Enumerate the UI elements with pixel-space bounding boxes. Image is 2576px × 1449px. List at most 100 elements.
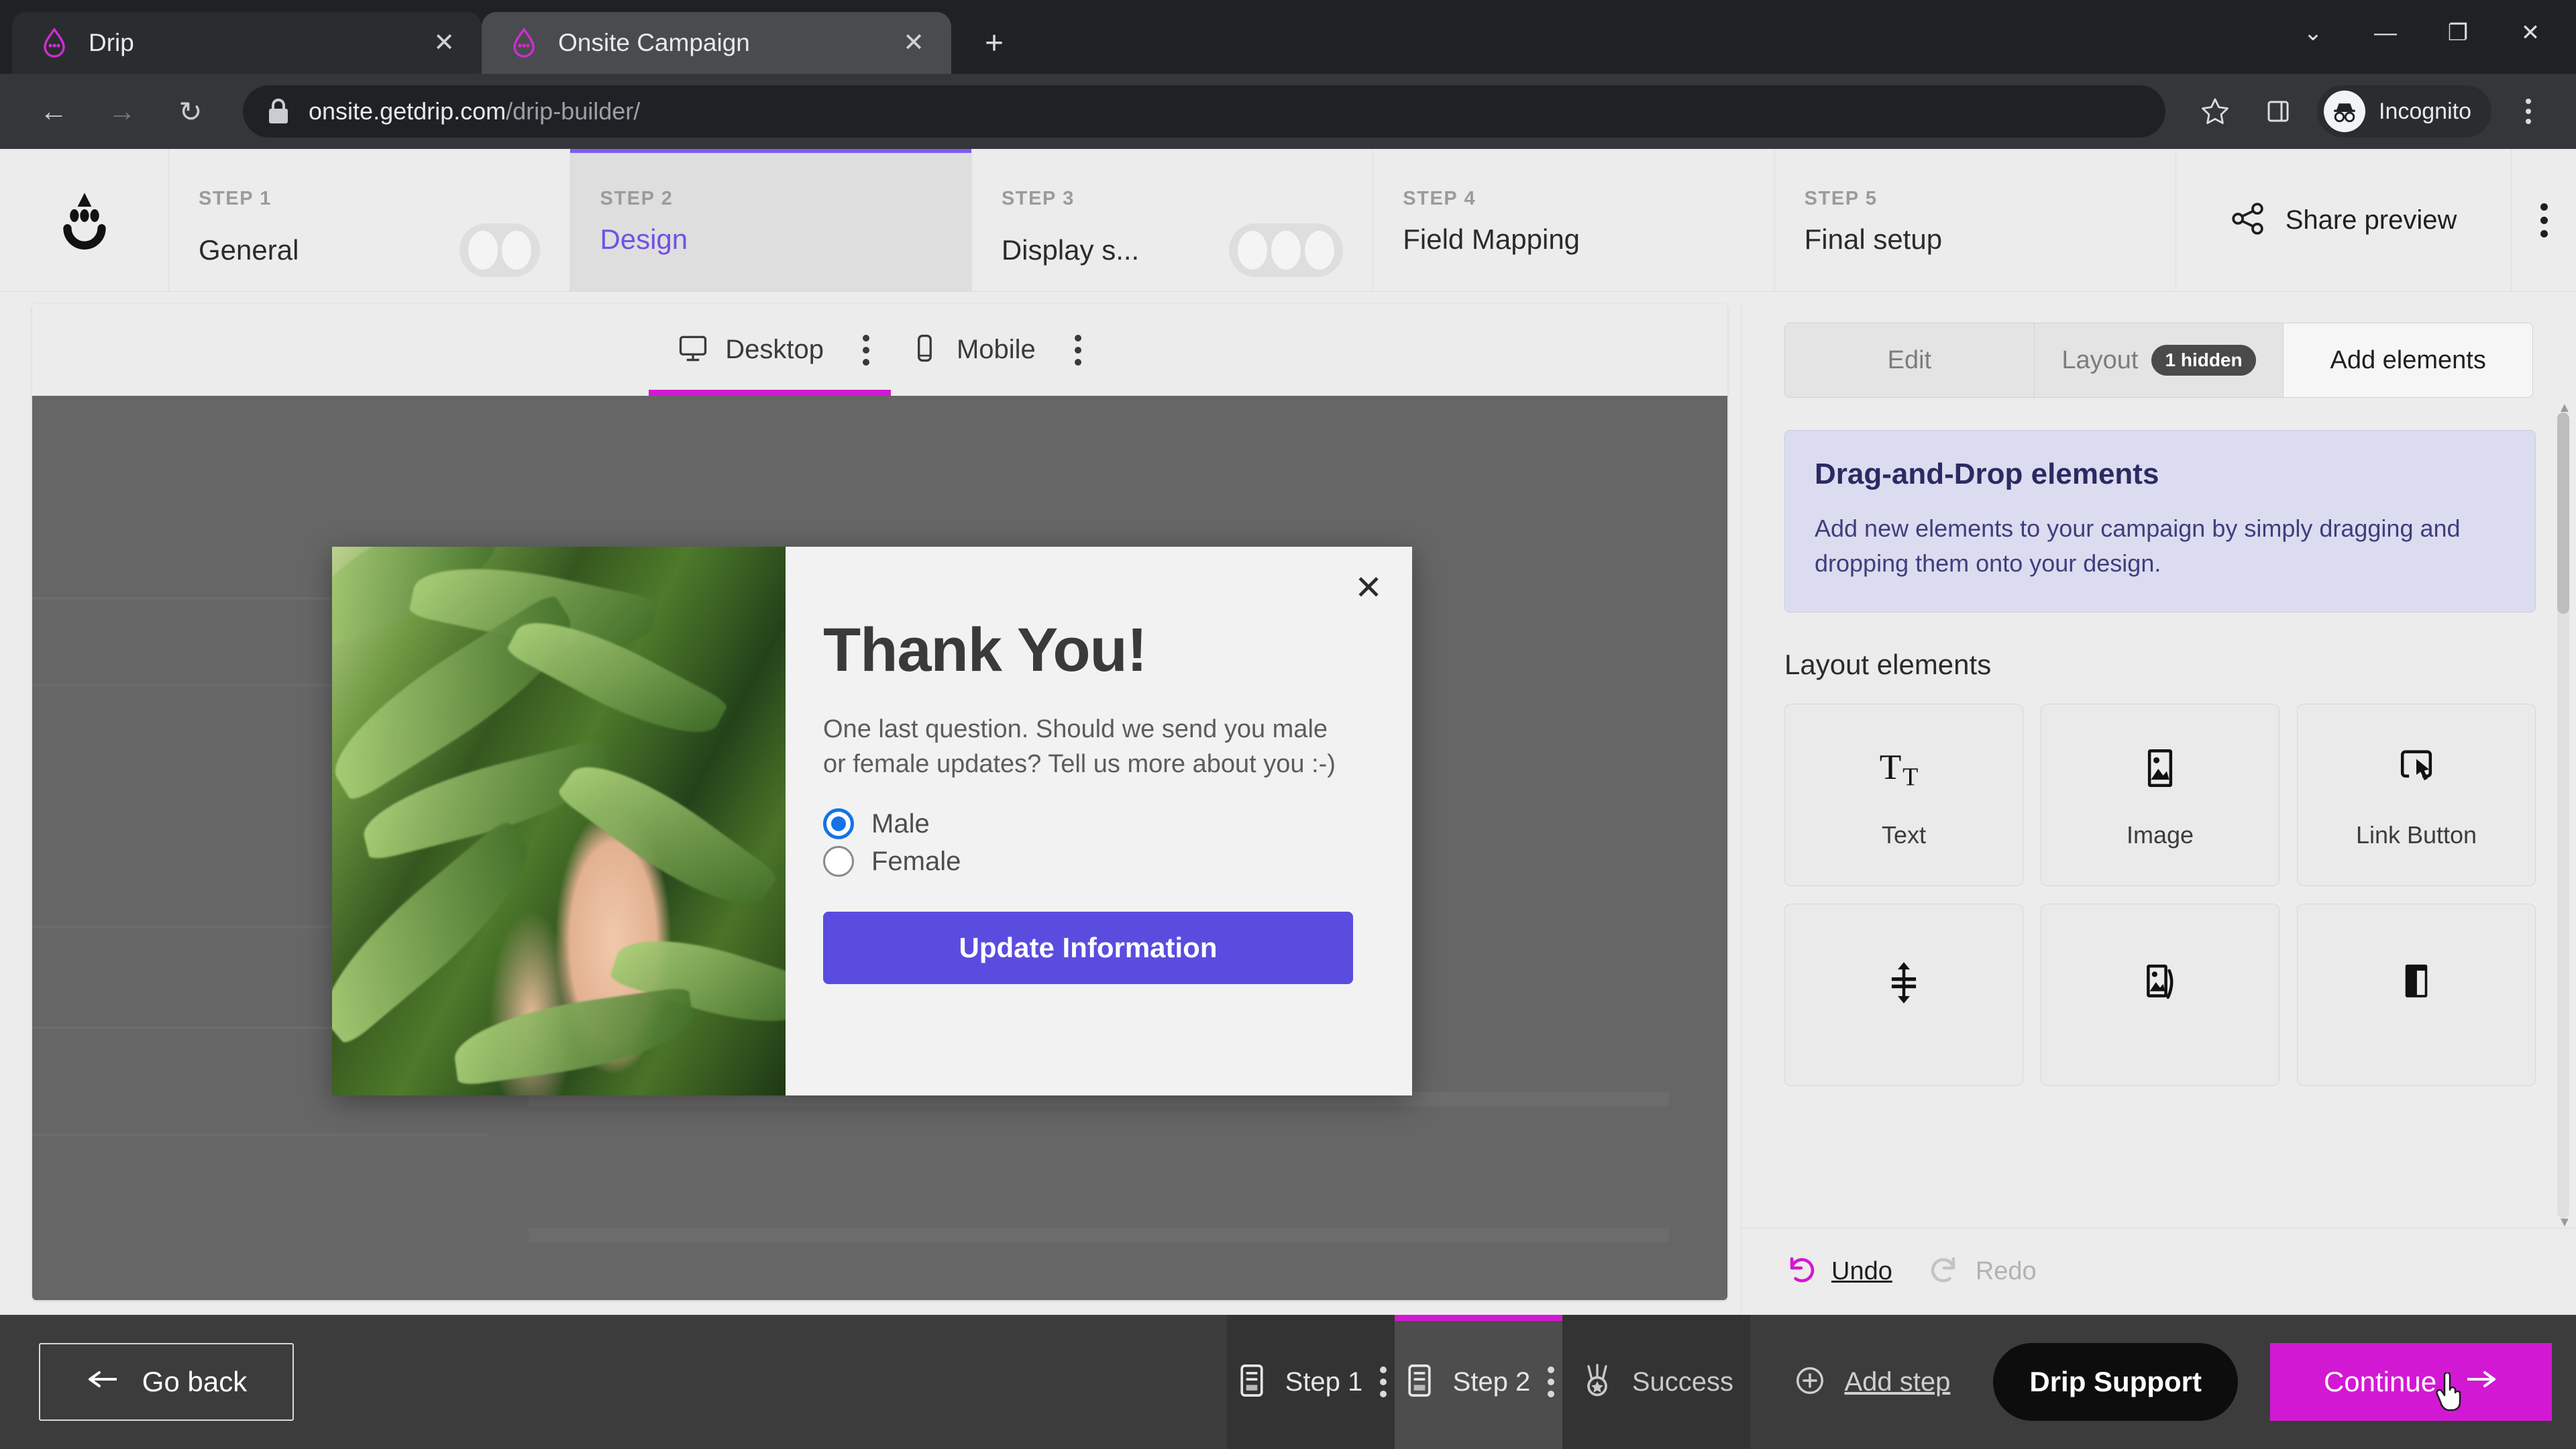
bottom-success-step[interactable]: Success xyxy=(1562,1315,1751,1449)
tab-layout[interactable]: Layout 1 hidden xyxy=(2035,323,2284,397)
browser-tab-drip[interactable]: Drip ✕ xyxy=(12,12,482,74)
bottom-step-label: Step 2 xyxy=(1452,1366,1531,1397)
step-row: Field Mapping xyxy=(1403,223,1744,256)
element-card-spacer[interactable] xyxy=(1784,904,2023,1087)
campaign-popup[interactable]: ✕ Thank You! One last question. Should w… xyxy=(332,547,1412,1095)
tab-edit[interactable]: Edit xyxy=(1785,323,2035,397)
page-mock-block xyxy=(529,1228,1669,1242)
popup-image[interactable] xyxy=(332,547,786,1095)
close-icon[interactable]: ✕ xyxy=(1354,571,1383,604)
popup-paragraph: One last question. Should we send you ma… xyxy=(823,715,1336,778)
drip-support-button[interactable]: Drip Support xyxy=(1993,1343,2238,1421)
close-icon[interactable]: ✕ xyxy=(427,25,462,60)
step-cell-design[interactable]: STEP 2 Design xyxy=(570,149,972,291)
element-card-image-card[interactable] xyxy=(2041,904,2279,1087)
scroll-up-icon[interactable]: ▲ xyxy=(2558,400,2571,416)
element-card-label: Link Button xyxy=(2355,821,2477,849)
element-card-split-column[interactable] xyxy=(2297,904,2536,1087)
bottom-step-options-icon[interactable] xyxy=(1548,1366,1555,1397)
preview-canvas-panel: Desktop Mobile ✕ Thank You! One last que… xyxy=(32,304,1727,1300)
text-tt-icon: T T xyxy=(1877,741,1931,797)
update-information-button[interactable]: Update Information xyxy=(823,912,1353,985)
url-path: /drip-builder/ xyxy=(506,97,641,125)
drip-app: STEP 1 General STEP 2 Design STEP 3 Disp… xyxy=(0,149,2576,1449)
continue-button[interactable]: Continue xyxy=(2270,1343,2552,1421)
scroll-down-icon[interactable]: ▼ xyxy=(2558,1215,2571,1228)
redo-arrow-icon xyxy=(1929,1254,1961,1289)
undo-arrow-icon xyxy=(1784,1254,1817,1289)
back-icon[interactable]: ← xyxy=(23,80,85,142)
reload-icon[interactable]: ↻ xyxy=(160,80,221,142)
desktop-options-icon[interactable] xyxy=(843,304,890,396)
step-dots-indicator xyxy=(460,223,541,277)
tab-title: Drip xyxy=(89,29,134,56)
lock-icon xyxy=(267,98,290,125)
campaign-preview-canvas[interactable]: ✕ Thank You! One last question. Should w… xyxy=(32,396,1727,1300)
step-cell-final-setup[interactable]: STEP 5 Final setup xyxy=(1775,149,2177,291)
bottom-spacer xyxy=(294,1315,1227,1449)
mouse-cursor xyxy=(2435,1371,2465,1411)
element-card-text[interactable]: T T Text xyxy=(1784,704,2023,887)
bottom-success-label: Success xyxy=(1631,1366,1734,1397)
step-title: Final setup xyxy=(1804,223,1943,255)
radio-button[interactable] xyxy=(823,846,854,877)
chrome-menu-icon[interactable] xyxy=(2504,83,2553,140)
browser-window: Drip ✕ Onsite Campaign ✕ + ⌄ — ❐ ✕ ← → ↻ xyxy=(0,0,2576,1449)
device-tab-desktop[interactable]: Desktop xyxy=(649,304,891,396)
address-bar[interactable]: onsite.getdrip.com/drip-builder/ xyxy=(243,85,2165,138)
close-window-icon[interactable]: ✕ xyxy=(2498,7,2563,59)
mobile-options-icon[interactable] xyxy=(1055,304,1102,396)
url-domain: onsite.getdrip.com xyxy=(309,97,506,125)
vertical-dots-icon xyxy=(2540,203,2548,237)
tab-layout-label: Layout xyxy=(2061,345,2139,374)
go-back-button[interactable]: Go back xyxy=(39,1343,294,1421)
browser-tab-onsite-campaign[interactable]: Onsite Campaign ✕ xyxy=(482,12,951,74)
side-panel-icon[interactable] xyxy=(2250,83,2306,140)
close-icon[interactable]: ✕ xyxy=(896,25,931,60)
tab-title: Onsite Campaign xyxy=(558,29,750,56)
element-card-link-button[interactable]: Link Button xyxy=(2297,704,2536,887)
drip-face-logo[interactable] xyxy=(0,149,169,291)
step-cell-field-mapping[interactable]: STEP 4 Field Mapping xyxy=(1373,149,1775,291)
step-cell-display-settings[interactable]: STEP 3 Display s... xyxy=(972,149,1374,291)
step-cell-general[interactable]: STEP 1 General xyxy=(169,149,571,291)
panel-scrollbar[interactable]: ▲ ▼ xyxy=(2557,400,2571,1228)
maximize-icon[interactable]: ❐ xyxy=(2426,7,2490,59)
share-preview-button[interactable]: Share preview xyxy=(2176,149,2512,291)
forward-icon[interactable]: → xyxy=(91,80,153,142)
toolbar-right: Incognito xyxy=(2187,83,2553,140)
panel-scroll-area[interactable]: Drag-and-Drop elements Add new elements … xyxy=(1741,398,2576,1228)
link-button-tap-icon xyxy=(2391,741,2442,797)
radio-button[interactable] xyxy=(823,808,854,840)
add-step-button[interactable]: Add step xyxy=(1750,1315,1993,1449)
panel-tabs-wrap: Edit Layout 1 hidden Add elements xyxy=(1741,304,2576,398)
continue-label: Continue xyxy=(2323,1366,2437,1397)
tab-add-elements[interactable]: Add elements xyxy=(2284,323,2532,397)
bottom-step-1[interactable]: Step 1 xyxy=(1227,1315,1395,1449)
scrollbar-thumb[interactable] xyxy=(2557,413,2569,614)
element-card-image[interactable]: Image xyxy=(2041,704,2279,887)
spacer-vertical-arrows-icon xyxy=(1878,955,1929,1011)
star-icon[interactable] xyxy=(2187,83,2243,140)
phone-icon xyxy=(908,332,941,368)
bottom-step-options-icon[interactable] xyxy=(1380,1366,1387,1397)
profile-incognito-button[interactable]: Incognito xyxy=(2317,85,2491,138)
radio-label: Male xyxy=(871,808,930,839)
svg-text:T: T xyxy=(1902,763,1918,792)
device-tab-label: Desktop xyxy=(725,335,824,364)
new-tab-button[interactable]: + xyxy=(969,17,1020,68)
chevron-down-icon[interactable]: ⌄ xyxy=(2281,7,2345,59)
drip-logo-icon xyxy=(508,28,539,58)
image-icon xyxy=(2135,741,2186,797)
device-tab-mobile[interactable]: Mobile xyxy=(890,304,1055,396)
tab-edit-label: Edit xyxy=(1887,345,1932,374)
undo-button[interactable]: Undo xyxy=(1784,1254,1892,1289)
bottom-step-2[interactable]: Step 2 xyxy=(1395,1315,1563,1449)
radio-option-male[interactable]: Male xyxy=(823,808,1369,840)
drag-drop-info-card: Drag-and-Drop elements Add new elements … xyxy=(1784,430,2536,613)
radio-option-female[interactable]: Female xyxy=(823,846,1369,877)
minimize-icon[interactable]: — xyxy=(2353,7,2418,59)
profile-label: Incognito xyxy=(2379,98,2471,124)
steps-more-button[interactable] xyxy=(2512,149,2576,291)
redo-button[interactable]: Redo xyxy=(1929,1254,2037,1289)
